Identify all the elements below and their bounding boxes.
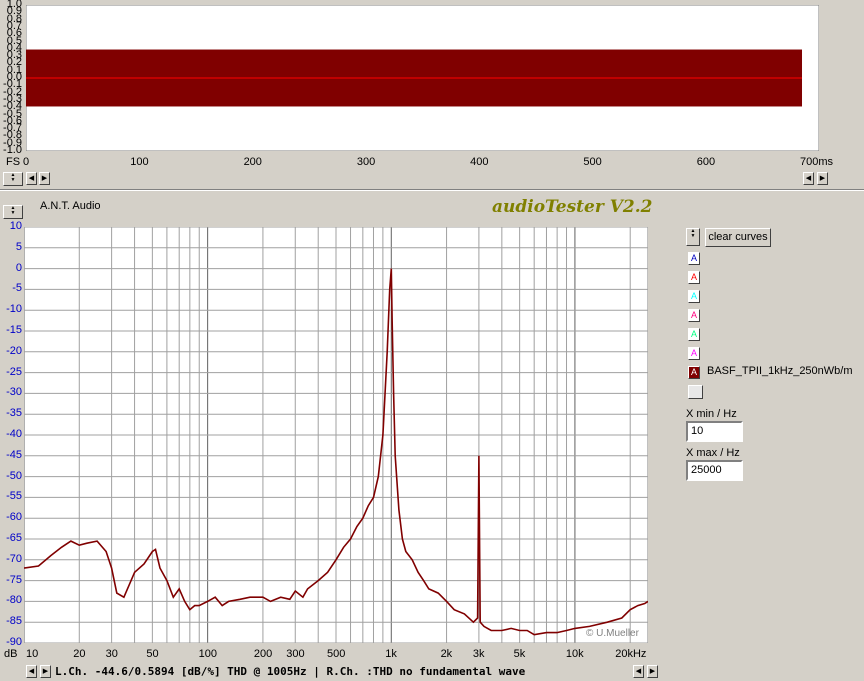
curve-select-spinner[interactable]: ▲ ▼ [686,228,700,246]
bottom-x-tick-label: 100 [198,648,217,660]
top-x-unit: 700ms [800,156,834,168]
bottom-y-tick-label: -40 [6,428,22,440]
bottom-right-scroll-right-button[interactable]: ▶ [647,665,658,678]
curve-swatch-button[interactable]: A [688,290,700,303]
top-y-axis-label: FS [6,156,21,168]
curve-name-label: BASF_TPII_1kHz_250nWb/m [707,365,853,377]
bottom-x-tick-label: 1k [385,648,397,660]
bottom-y-tick-label: -10 [6,303,22,316]
bottom-x-tick-label: 500 [327,648,346,660]
bottom-scroll-right-button[interactable]: ▶ [40,665,51,678]
xmax-input[interactable]: 25000 [686,460,743,481]
bottom-y-tick-label: -70 [6,552,22,565]
bottom-y-tick-label: -35 [6,407,22,420]
top-x-tick-label: 500 [583,156,602,168]
xmin-input[interactable]: 10 [686,421,743,442]
bottom-zoom-spinner[interactable]: ▲ ▼ [3,205,23,219]
bottom-y-tick-label: 5 [15,240,22,253]
bottom-y-tick-label: -80 [6,594,22,607]
bottom-y-tick-label: -90 [6,636,22,648]
bottom-x-tick-label: 300 [286,648,305,660]
bottom-y-tick-label: -75 [6,573,22,586]
bottom-y-tick-label: -20 [6,344,22,357]
bottom-x-tick-label: 20kHz [615,648,647,660]
top-x-tick-label: 200 [243,156,262,168]
curve-swatch-button[interactable]: A [688,252,700,265]
bottom-scroll-left-button[interactable]: ◀ [26,665,37,678]
bottom-y-tick-label: -65 [6,532,22,544]
curve-swatch-button[interactable]: A [688,366,700,379]
company-name: A.N.T. Audio [40,200,101,212]
status-text: L.Ch. -44.6/0.5894 [dB/%] THD @ 1005Hz |… [55,665,526,678]
waveform-plot[interactable] [26,5,819,151]
top-x-tick-label: 0 [23,156,30,168]
bottom-x-tick-label: 2k [440,648,453,660]
bottom-y-tick-label: -25 [6,365,22,378]
empty-swatch[interactable] [688,385,703,399]
top-zoom-spinner[interactable]: ▲ ▼ [3,172,23,186]
top-scroll-right-button[interactable]: ▶ [39,172,50,185]
bottom-x-tick-label: 10 [26,648,39,660]
bottom-y-tick-label: -55 [6,490,22,503]
bottom-x-tick-label: 5k [513,648,526,660]
bottom-y-axis-label: dB [4,648,18,660]
bottom-y-tick-label: -60 [6,511,22,524]
bottom-y-tick-label: 0 [15,261,22,274]
curve-swatch-button[interactable]: A [688,271,700,284]
bottom-x-tick-label: 3k [472,648,485,660]
bottom-x-tick-label: 30 [105,648,118,660]
top-x-tick-label: 300 [356,156,376,168]
bottom-x-tick-label: 10k [565,648,584,660]
bottom-y-tick-label: -85 [6,615,22,628]
bottom-x-tick-label: 200 [253,648,273,660]
bottom-y-tick-label: -30 [6,386,22,399]
bottom-y-tick-label: -45 [6,448,22,461]
panel-divider[interactable] [0,189,864,191]
curve-swatch-button[interactable]: A [688,328,700,341]
xmax-label: X max / Hz [686,447,740,459]
top-scroll-left-button[interactable]: ◀ [26,172,37,185]
clear-curves-button[interactable]: clear curves [705,228,771,247]
bottom-x-tick-label: 50 [146,648,159,660]
curve-swatch-button[interactable]: A [688,347,700,360]
bottom-y-tick-label: -50 [6,469,22,482]
curve-swatch-button[interactable]: A [688,309,700,322]
top-x-tick-label: 400 [470,156,489,168]
bottom-y-tick-label: 10 [9,220,22,232]
top-right-scroll-right-button[interactable]: ▶ [817,172,828,185]
top-x-tick-label: 600 [696,156,716,168]
app-title: audioTester V2.2 [492,197,653,217]
bottom-right-scroll-left-button[interactable]: ◀ [633,665,644,678]
copyright-label: © U.Mueller [586,628,639,639]
bottom-y-tick-label: -15 [6,324,22,336]
top-y-tick-label: -1.0 [3,144,22,156]
xmin-label: X min / Hz [686,408,737,420]
bottom-x-tick-label: 20 [73,648,86,660]
top-right-scroll-left-button[interactable]: ◀ [803,172,814,185]
top-x-tick-label: 100 [130,156,149,168]
spectrum-plot[interactable] [24,227,648,643]
bottom-y-tick-label: -5 [12,282,22,295]
